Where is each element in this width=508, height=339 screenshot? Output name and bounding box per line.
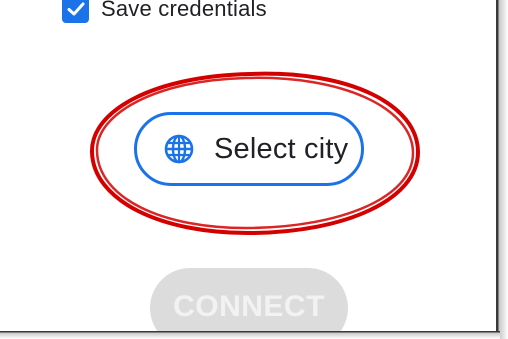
- frame-edge-right: [496, 0, 508, 339]
- select-city-button[interactable]: Select city: [134, 112, 364, 186]
- app-screen: Save credentials Select city CONNECT: [0, 0, 508, 339]
- check-icon: [67, 2, 84, 16]
- connect-button[interactable]: CONNECT: [150, 268, 348, 339]
- save-credentials-label: Save credentials: [101, 0, 267, 21]
- select-city-label: Select city: [214, 132, 349, 165]
- globe-icon: [163, 133, 195, 165]
- frame-edge-bottom: [0, 331, 500, 339]
- save-credentials-row[interactable]: Save credentials: [62, 0, 267, 24]
- save-credentials-checkbox[interactable]: [62, 0, 89, 23]
- connect-label: CONNECT: [173, 290, 325, 323]
